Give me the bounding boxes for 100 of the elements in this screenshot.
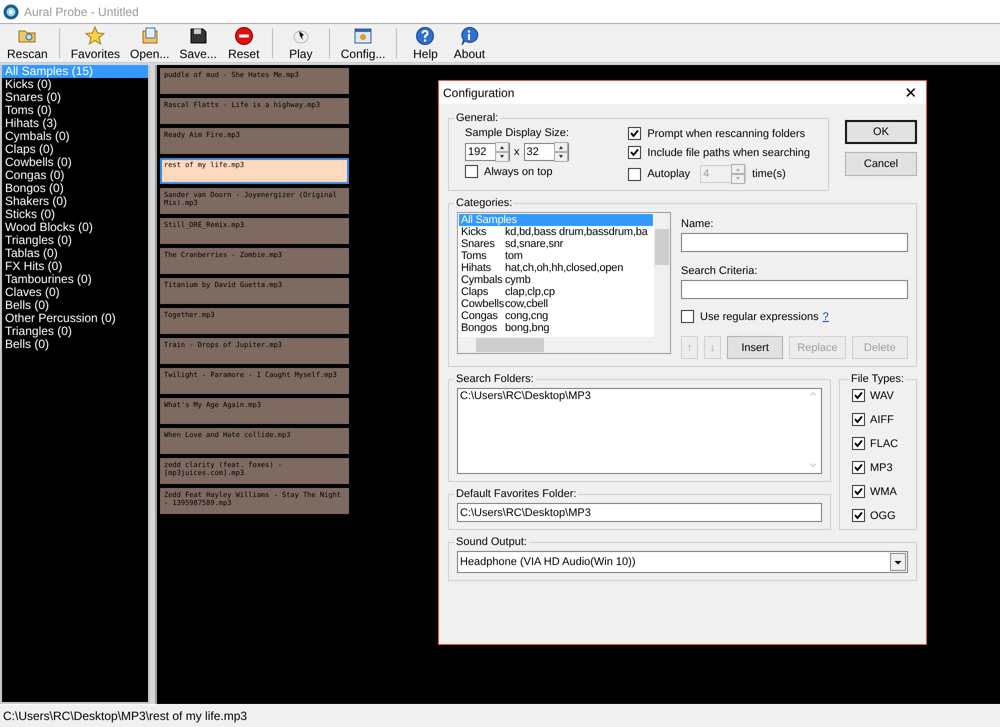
category-row[interactable]: Cymbals cymb: [459, 274, 653, 286]
document-icon: [140, 26, 160, 46]
field-label: Sample Display Size:: [465, 127, 570, 139]
checkbox[interactable]: [465, 165, 478, 178]
help-link[interactable]: ?: [822, 310, 829, 322]
toolbar-button[interactable]: Save...: [174, 24, 222, 62]
group-label: Search Folders:: [455, 373, 535, 385]
category-item[interactable]: Snares (0): [2, 91, 148, 104]
category-row[interactable]: Cowbellscow,cbell: [459, 298, 653, 310]
category-criteria: kd,bd,bass drum,bassdrum,ba: [505, 226, 648, 238]
checkbox-label: Include file paths when searching: [647, 146, 810, 158]
checkbox-label: FLAC: [870, 438, 898, 450]
help-icon: [415, 26, 436, 46]
category-name: Snares: [460, 238, 496, 250]
category-item[interactable]: Kicks (0): [2, 78, 148, 91]
favorites-folder-field[interactable]: C:\Users\RC\Desktop\MP3: [457, 503, 822, 522]
checkbox[interactable]: [852, 437, 865, 450]
category-item[interactable]: Triangles (0): [2, 234, 148, 247]
category-criteria: bong,bng: [505, 322, 550, 334]
toolbar-button[interactable]: Favorites: [66, 24, 126, 62]
category-item[interactable]: Shakers (0): [2, 195, 148, 208]
category-criteria: hat,ch,oh,hh,closed,open: [505, 262, 624, 274]
dialog-title: Configuration: [443, 86, 514, 100]
search-folders-field[interactable]: C:\Users\RC\Desktop\MP3: [457, 388, 822, 474]
checkbox-label: OGG: [870, 510, 896, 522]
category-item[interactable]: Cowbells (0): [2, 156, 148, 169]
group-label: Default Favorites Folder:: [455, 488, 578, 500]
info-icon: [459, 26, 480, 46]
dialog-button[interactable]: Cancel: [845, 152, 917, 176]
spin-buttons-icon[interactable]: [554, 142, 568, 162]
category-item[interactable]: Sticks (0): [2, 208, 148, 221]
checkbox-label: Prompt when rescanning folders: [647, 128, 806, 140]
category-name: Cowbells: [460, 298, 505, 310]
category-name: All Samples: [460, 214, 517, 226]
category-item[interactable]: Congas (0): [2, 169, 148, 182]
category-item[interactable]: Bells (0): [2, 299, 148, 312]
category-name: Congas: [460, 310, 499, 322]
action-button[interactable]: Insert: [726, 336, 784, 359]
category-name: Hihats: [460, 262, 492, 274]
checkbox[interactable]: [852, 413, 865, 426]
horizontal-scrollbar[interactable]: [458, 337, 670, 353]
toolbar-button[interactable]: Reset: [222, 24, 266, 62]
category-item[interactable]: Tablas (0): [2, 247, 148, 260]
toolbar-button[interactable]: Rescan: [2, 24, 53, 62]
category-row[interactable]: Kicks kd,bd,bass drum,bassdrum,ba: [459, 226, 653, 238]
category-row[interactable]: Bongos bong,bng: [459, 322, 653, 334]
category-item[interactable]: FX Hits (0): [2, 260, 148, 273]
category-row[interactable]: Congas cong,cng: [459, 310, 653, 322]
category-item[interactable]: Bongos (0): [2, 182, 148, 195]
category-row[interactable]: Snares sd,snare,snr: [459, 238, 653, 250]
category-item[interactable]: Bells (0): [2, 338, 148, 351]
checkbox[interactable]: [852, 461, 865, 474]
star-icon: [85, 26, 106, 46]
checkbox-label: WAV: [870, 390, 894, 402]
app-logo-icon: [3, 4, 19, 20]
checkbox[interactable]: [681, 310, 694, 323]
dialog-button[interactable]: OK: [845, 120, 917, 144]
category-item[interactable]: Toms (0): [2, 104, 148, 117]
checkbox-label: Autoplay: [647, 168, 690, 180]
checkbox[interactable]: [852, 509, 865, 522]
toolbar-button[interactable]: Open...: [125, 24, 174, 62]
category-item[interactable]: Triangles (0): [2, 325, 148, 338]
toolbar-button[interactable]: Config...: [336, 24, 390, 62]
category-item[interactable]: Claps (0): [2, 143, 148, 156]
category-name: Cymbals: [460, 274, 504, 286]
name-field[interactable]: [681, 233, 908, 252]
checkbox-label: WMA: [870, 486, 897, 498]
category-item[interactable]: Claves (0): [2, 286, 148, 299]
vertical-scrollbar[interactable]: [654, 213, 670, 337]
toolbar-button[interactable]: Help: [403, 24, 448, 62]
category-criteria: cow,cbell: [505, 298, 548, 310]
close-button[interactable]: ✕: [896, 81, 926, 104]
category-name: Claps: [460, 286, 490, 298]
checkbox[interactable]: [852, 485, 865, 498]
category-item[interactable]: Hihats (3): [2, 117, 148, 130]
category-row[interactable]: Claps clap,clp,cp: [459, 286, 653, 298]
category-item[interactable]: Other Percussion (0): [2, 312, 148, 325]
checkbox[interactable]: [628, 168, 642, 180]
checkbox[interactable]: [852, 389, 865, 402]
category-name: Bongos: [460, 322, 498, 334]
toolbar-button[interactable]: Play: [278, 24, 323, 62]
checkbox[interactable]: [628, 127, 642, 140]
search-criteria-field[interactable]: [681, 280, 908, 299]
spin-buttons-icon[interactable]: [495, 142, 509, 162]
checkbox-label: Always on top: [484, 166, 552, 178]
category-item[interactable]: Wood Blocks (0): [2, 221, 148, 234]
height-field[interactable]: 32: [524, 143, 568, 161]
category-item[interactable]: Cymbals (0): [2, 130, 148, 143]
category-row[interactable]: Toms tom: [459, 250, 653, 262]
checkbox-label: Use regular expressions: [700, 310, 819, 322]
category-name: Kicks: [460, 226, 488, 238]
checkbox-label: AIFF: [870, 414, 894, 426]
stop-sign-icon: [234, 26, 254, 46]
checkbox[interactable]: [628, 146, 642, 159]
category-row[interactable]: Hihats hat,ch,oh,hh,closed,open: [459, 262, 653, 274]
width-field[interactable]: 192: [465, 143, 510, 161]
category-criteria: clap,clp,cp: [505, 286, 555, 298]
toolbar-button[interactable]: About: [447, 24, 492, 62]
sound-output-dropdown[interactable]: Headphone (VIA HD Audio(Win 10)): [457, 551, 908, 573]
category-item[interactable]: Tambourines (0): [2, 273, 148, 286]
